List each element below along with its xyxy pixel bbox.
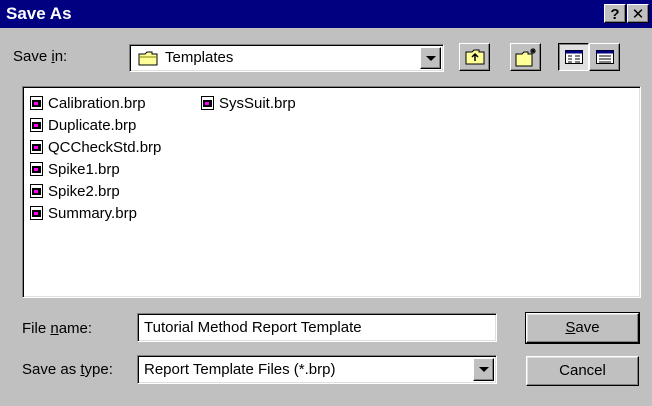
file-name-value: Tutorial Method Report Template — [144, 319, 362, 336]
window-title: Save As — [6, 4, 72, 23]
report-file-icon — [30, 118, 43, 132]
list-view-button[interactable] — [558, 43, 589, 71]
file-name-input[interactable]: Tutorial Method Report Template — [137, 313, 497, 342]
file-name-label: File name: — [22, 320, 93, 337]
report-file-icon — [201, 96, 214, 110]
report-file-icon — [30, 140, 43, 154]
new-folder-button[interactable] — [510, 43, 541, 71]
save-as-type-combobox[interactable]: Report Template Files (*.brp) — [137, 355, 497, 384]
cancel-button[interactable]: Cancel — [526, 356, 639, 386]
list-view-icon — [565, 50, 583, 64]
new-folder-icon — [515, 48, 536, 67]
file-list[interactable]: Calibration.brp Duplicate.brp QCCheckStd… — [22, 86, 641, 298]
save-as-type-dropdown-arrow[interactable] — [473, 358, 494, 381]
file-item-duplicate[interactable]: Duplicate.brp — [30, 114, 136, 136]
up-folder-icon — [465, 49, 485, 65]
file-item-summary[interactable]: Summary.brp — [30, 202, 137, 224]
help-button[interactable]: ? — [604, 4, 626, 23]
file-item-syssuit[interactable]: SysSuit.brp — [201, 92, 296, 114]
save-button[interactable]: Save — [525, 312, 640, 344]
close-button[interactable]: ✕ — [627, 4, 649, 23]
save-as-type-label: Save as type: — [22, 361, 113, 378]
report-file-icon — [30, 184, 43, 198]
file-item-spike2[interactable]: Spike2.brp — [30, 180, 120, 202]
up-one-level-button[interactable] — [459, 43, 490, 71]
title-bar: Save As ? ✕ — [0, 0, 652, 28]
file-item-spike1[interactable]: Spike1.brp — [30, 158, 120, 180]
file-item-calibration[interactable]: Calibration.brp — [30, 92, 146, 114]
file-item-qccheckstd[interactable]: QCCheckStd.brp — [30, 136, 161, 158]
save-in-combobox[interactable]: Templates — [129, 44, 444, 72]
report-file-icon — [30, 206, 43, 220]
save-as-type-value: Report Template Files (*.brp) — [144, 361, 336, 378]
folder-icon — [138, 51, 158, 66]
report-file-icon — [30, 96, 43, 110]
report-file-icon — [30, 162, 43, 176]
save-in-value: Templates — [165, 49, 234, 66]
save-in-dropdown-arrow[interactable] — [420, 47, 441, 69]
details-view-icon — [596, 50, 614, 64]
details-view-button[interactable] — [589, 43, 620, 71]
save-in-label: Save in: — [13, 48, 68, 65]
